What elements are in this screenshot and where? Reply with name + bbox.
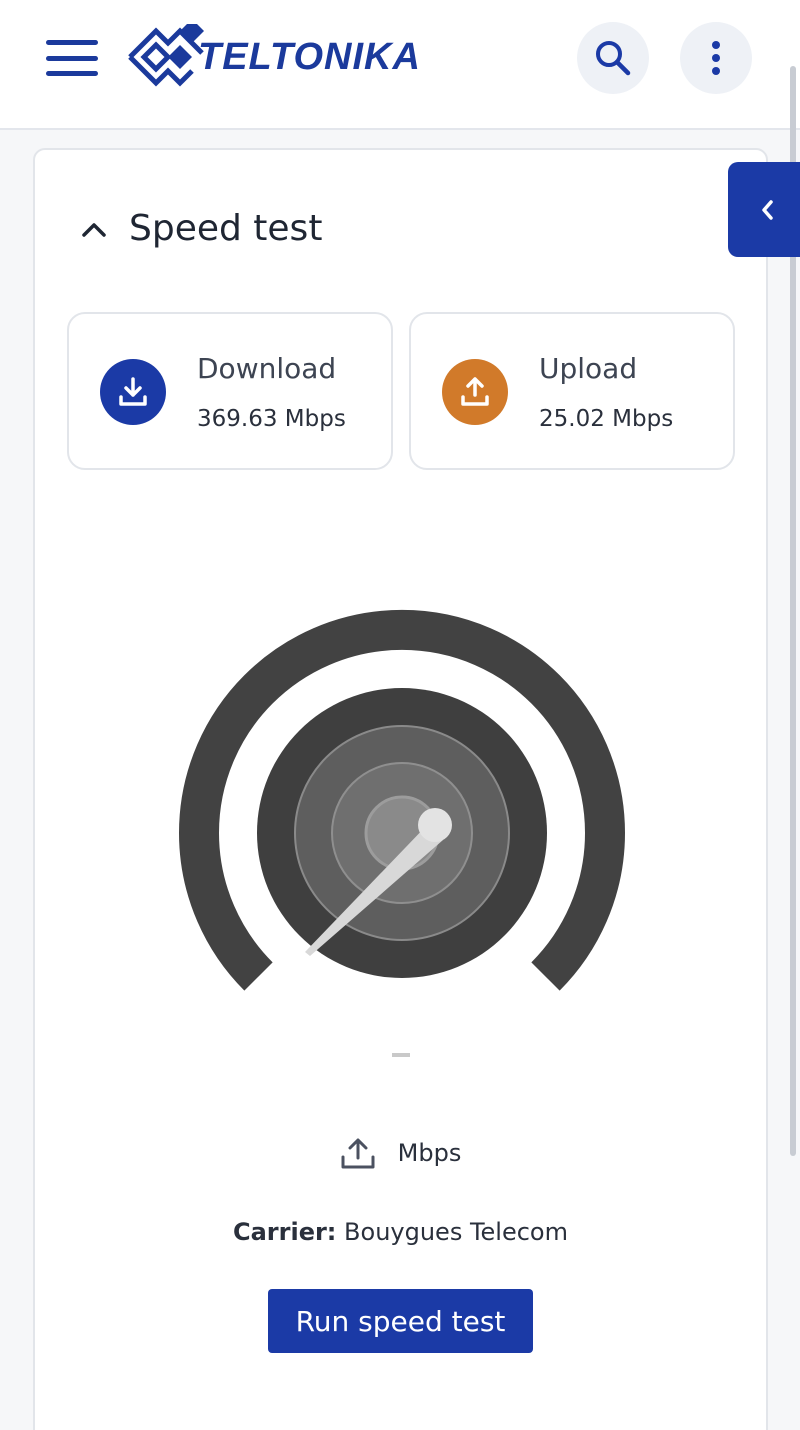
speed-test-section-toggle[interactable]: Speed test <box>81 208 322 249</box>
brand-name: TELTONIKA <box>198 35 421 78</box>
search-button[interactable] <box>577 22 649 94</box>
more-options-button[interactable] <box>680 22 752 94</box>
download-label: Download <box>197 352 337 385</box>
upload-label: Upload <box>539 352 638 385</box>
speed-test-card: Speed test Download 369.63 Mbps Upload 2… <box>33 148 768 1430</box>
carrier-label: Carrier: <box>232 1218 337 1246</box>
download-stat: Download 369.63 Mbps <box>67 312 393 470</box>
upload-icon <box>442 359 508 425</box>
upload-icon <box>341 1138 375 1169</box>
side-panel-toggle[interactable] <box>728 162 800 257</box>
upload-value: 25.02 Mbps <box>539 406 674 432</box>
teltonika-logo-icon <box>128 24 204 87</box>
carrier-value: Bouygues Telecom <box>344 1218 568 1246</box>
section-title: Speed test <box>129 208 323 249</box>
search-icon <box>596 41 631 76</box>
app-header: TELTONIKA <box>0 0 800 130</box>
gauge-reading <box>392 1053 410 1057</box>
chevron-up-icon <box>82 222 106 237</box>
gauge-needle-hub <box>418 808 452 842</box>
speed-gauge <box>179 610 625 991</box>
chevron-left-icon <box>762 199 773 220</box>
brand-logo[interactable]: TELTONIKA <box>126 24 421 90</box>
gauge-unit-row: Mbps <box>35 1136 766 1170</box>
run-speed-test-button[interactable]: Run speed test <box>268 1289 533 1353</box>
carrier-info: Carrier: Bouygues Telecom <box>35 1218 766 1246</box>
download-value: 369.63 Mbps <box>197 406 346 432</box>
upload-stat: Upload 25.02 Mbps <box>409 312 735 470</box>
gauge-unit: Mbps <box>397 1139 462 1167</box>
download-icon <box>100 359 166 425</box>
hamburger-icon[interactable] <box>46 40 98 76</box>
more-vertical-icon <box>712 41 720 75</box>
